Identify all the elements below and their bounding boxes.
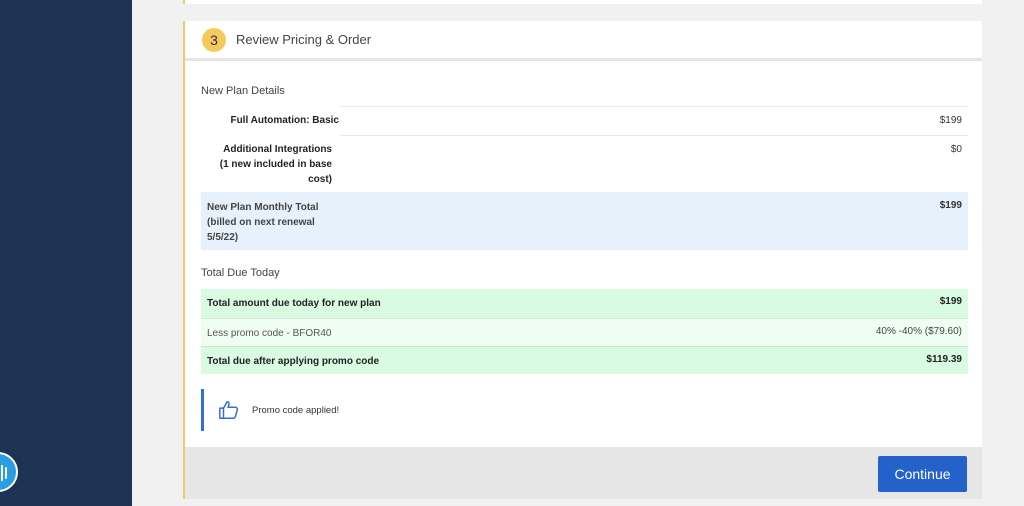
thumbs-up-icon [219,401,239,419]
monthly-total-value: $199 [939,200,962,211]
total-due-heading: Total Due Today [201,267,280,279]
plan-item-name: Full Automation: Basic [230,115,339,126]
table-row: Less promo code - BFOR40 40% -40% ($79.6… [201,318,968,346]
plan-item-price: $0 [950,144,962,155]
table-row: Full Automation: Basic $199 [230,106,968,135]
table-row: Additional Integrations (1 new included … [220,135,968,192]
card-header: 3 Review Pricing & Order [185,21,982,61]
step-number-badge: 3 [202,27,226,52]
total-after-promo-label: Total due after applying promo code [207,356,380,367]
total-after-promo-value: $119.39 [926,354,962,365]
review-pricing-card: 3 Review Pricing & Order New Plan Detail… [183,21,982,499]
total-today-value: $199 [939,296,962,307]
promo-applied-notice: Promo code applied! [201,389,968,431]
total-today-label: Total amount due today for new plan [207,298,381,309]
table-row: Total amount due today for new plan $199 [201,289,968,318]
plan-item-name: Additional Integrations (1 new included … [219,144,332,185]
monthly-total-row: New Plan Monthly Total (billed on next r… [201,192,968,250]
sidebar [0,0,132,506]
promo-code-label: Less promo code - BFOR40 [207,328,332,339]
chat-icon [1,465,7,481]
promo-discount-value: 40% -40% ($79.60) [875,326,962,337]
plan-details-table: Full Automation: Basic $199 Additional I… [201,106,968,192]
plan-item-price: $199 [939,115,962,126]
promo-applied-text: Promo code applied! [252,404,340,416]
continue-button[interactable]: Continue [878,456,967,492]
table-row: Total due after applying promo code $119… [201,346,968,374]
card-footer: Continue [185,447,982,499]
step-title: Review Pricing & Order [236,32,372,47]
plan-details-heading: New Plan Details [201,85,285,97]
previous-step-card [183,0,982,4]
monthly-total-label: New Plan Monthly Total (billed on next r… [207,202,319,243]
